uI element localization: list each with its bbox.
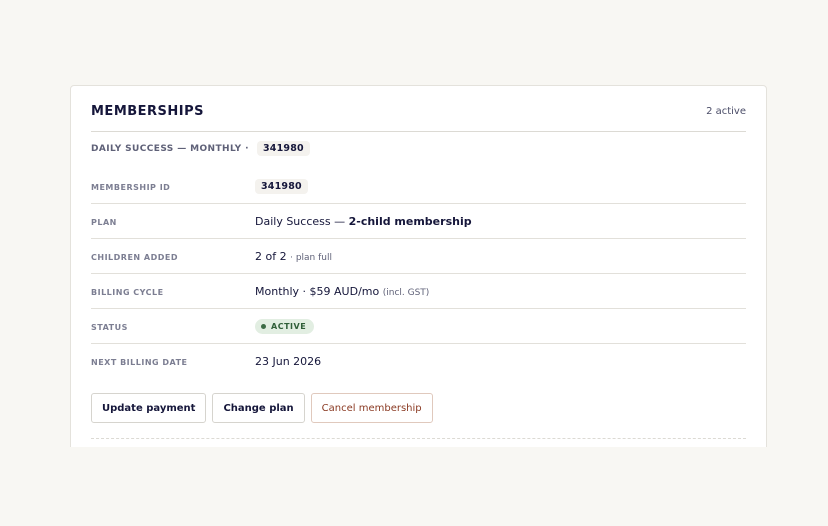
change-plan-button[interactable]: Change plan: [212, 393, 305, 423]
detail-row-status: STATUS ACTIVE: [91, 309, 746, 344]
section-divider: [91, 438, 746, 439]
membership-actions: Update payment Change plan Cancel member…: [91, 393, 433, 423]
page-background: [0, 447, 828, 526]
detail-row-children: CHILDREN ADDED 2 of 2 · plan full: [91, 239, 746, 274]
detail-label: STATUS: [91, 322, 128, 332]
membership-heading: DAILY SUCCESS — MONTHLY · 341980: [91, 141, 310, 156]
detail-label: MEMBERSHIP ID: [91, 182, 171, 192]
plan-emphasis: 2-child membership: [348, 214, 472, 228]
detail-row-billing-cycle: BILLING CYCLE Monthly · $59 AUD/mo (incl…: [91, 274, 746, 309]
update-payment-button[interactable]: Update payment: [91, 393, 207, 423]
detail-label: BILLING CYCLE: [91, 287, 164, 297]
plan-value: Daily Success — 2-child membership: [255, 215, 472, 228]
detail-row-membership-id: MEMBERSHIP ID 341980: [91, 169, 746, 204]
children-count: 2 of 2: [255, 249, 287, 263]
status-dot-icon: [261, 323, 266, 329]
membership-heading-id: 341980: [256, 141, 310, 156]
active-count: 2 active: [706, 106, 746, 117]
status-text: ACTIVE: [271, 321, 307, 331]
detail-row-plan: PLAN Daily Success — 2-child membership: [91, 204, 746, 239]
billing-amount: Monthly · $59 AUD/mo: [255, 284, 380, 298]
membership-id-pill: 341980: [255, 178, 308, 194]
membership-details: MEMBERSHIP ID 341980 PLAN Daily Success …: [91, 169, 746, 378]
memberships-card: MEMBERSHIPS 2 active DAILY SUCCESS — MON…: [70, 85, 767, 485]
detail-value: ACTIVE: [255, 318, 315, 334]
detail-label: NEXT BILLING DATE: [91, 357, 188, 367]
next-billing-value: 23 Jun 2026: [255, 354, 322, 368]
children-note: · plan full: [290, 252, 332, 263]
cancel-membership-button[interactable]: Cancel membership: [310, 393, 433, 423]
status-badge: ACTIVE: [255, 318, 315, 334]
billing-note: (incl. GST): [382, 287, 430, 298]
children-value: 2 of 2 · plan full: [255, 250, 332, 263]
membership-heading-label: DAILY SUCCESS — MONTHLY ·: [91, 143, 249, 154]
card-header: MEMBERSHIPS 2 active: [91, 86, 746, 132]
plan-prefix: Daily Success —: [255, 214, 349, 228]
detail-value: 341980: [255, 178, 308, 194]
billing-value: Monthly · $59 AUD/mo (incl. GST): [255, 285, 429, 298]
card-title: MEMBERSHIPS: [91, 104, 205, 119]
detail-row-next-billing: NEXT BILLING DATE 23 Jun 2026: [91, 344, 746, 378]
detail-label: CHILDREN ADDED: [91, 252, 178, 262]
detail-label: PLAN: [91, 217, 117, 227]
